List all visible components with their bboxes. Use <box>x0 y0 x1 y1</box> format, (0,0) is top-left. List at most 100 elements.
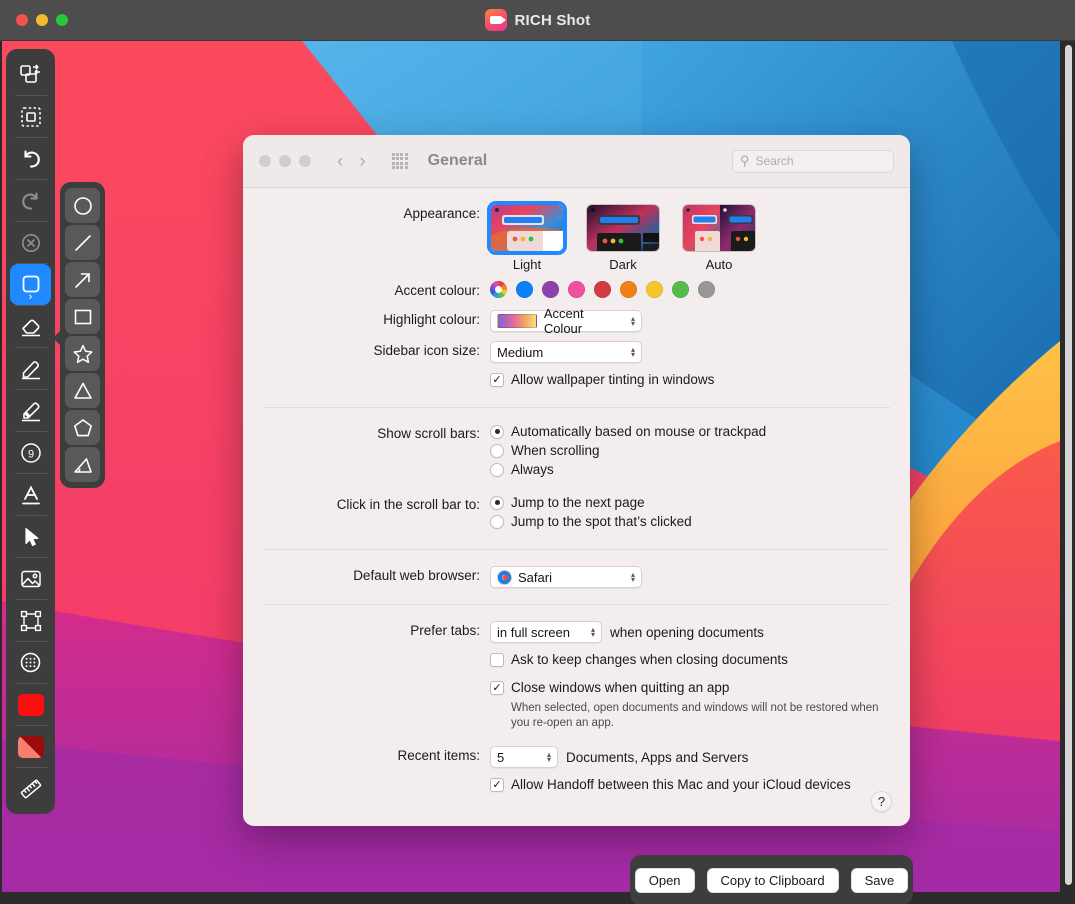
window-traffic-lights <box>16 14 68 26</box>
blur-tool[interactable] <box>10 642 51 683</box>
undo-tool[interactable] <box>10 138 51 179</box>
close-windows-line[interactable]: ✓ Close windows when quitting an app <box>490 680 729 695</box>
arrow-shape[interactable] <box>65 262 100 297</box>
line-shape[interactable] <box>65 225 100 260</box>
ask-keep-changes-checkbox[interactable] <box>490 652 504 667</box>
ask-keep-changes-line[interactable]: Ask to keep changes when closing documen… <box>490 652 788 667</box>
scroll-bars-option-always[interactable]: Always <box>490 462 554 477</box>
appearance-option-auto[interactable]: Auto <box>682 204 756 272</box>
stroke-fill-swatch[interactable] <box>10 726 51 767</box>
radio-when-scrolling-label: When scrolling <box>511 443 600 458</box>
safari-icon <box>497 569 512 585</box>
search-input[interactable] <box>755 154 886 168</box>
accent-swatch-multicolour[interactable] <box>490 281 507 298</box>
minimise-window-button[interactable] <box>36 14 48 26</box>
svg-text:9: 9 <box>27 448 33 460</box>
appearance-option-label: Dark <box>609 257 637 272</box>
show-scroll-bars-row: Show scroll bars: Automatically based on… <box>263 424 890 481</box>
pencil-tool[interactable] <box>10 348 51 389</box>
triangle-shape[interactable] <box>65 373 100 408</box>
search-field[interactable]: ⚲ <box>732 149 894 173</box>
scroll-bars-option-when-scrolling[interactable]: When scrolling <box>490 443 600 458</box>
accent-swatch-green[interactable] <box>672 281 689 298</box>
appearance-option-light[interactable]: Light <box>487 201 567 272</box>
save-button[interactable]: Save <box>850 867 909 893</box>
sidebar-icon-size-select[interactable]: Medium ▴ ▾ <box>490 341 642 363</box>
prefs-close-button[interactable] <box>259 155 271 167</box>
scroll-bars-section: Show scroll bars: Automatically based on… <box>263 407 890 549</box>
crop-tool[interactable] <box>10 600 51 641</box>
radio-jump-spot-clicked[interactable] <box>490 514 504 529</box>
accent-swatch-red[interactable] <box>594 281 611 298</box>
radio-jump-next-page[interactable] <box>490 495 504 510</box>
prefer-tabs-label: Prefer tabs: <box>410 623 480 638</box>
recent-items-value: 5 <box>497 749 505 765</box>
text-tool[interactable] <box>10 474 51 515</box>
back-button[interactable]: ‹ <box>337 152 343 171</box>
star-shape[interactable] <box>65 336 100 371</box>
app-window: RICH Shot › 9 ‹ › General ⚲ Search Appea… <box>0 0 1075 904</box>
measure-tool[interactable] <box>10 768 51 809</box>
wallpaper-tinting-checkbox[interactable]: ✓ <box>490 372 504 387</box>
radio-when-scrolling[interactable] <box>490 443 504 458</box>
default-browser-row: Default web browser: Safari ▴ ▾ <box>263 566 890 588</box>
open-button[interactable]: Open <box>634 867 695 893</box>
recent-items-row: Recent items: 5 ▴ ▾ Documents, Apps and … <box>263 746 890 768</box>
counter-tool[interactable]: 9 <box>10 432 51 473</box>
close-windows-row: ✓ Close windows when quitting an app Whe… <box>263 680 890 737</box>
close-windows-checkbox[interactable]: ✓ <box>490 680 504 695</box>
highlight-colour-select[interactable]: Accent Colour ▴ ▾ <box>490 306 642 336</box>
accent-swatch-yellow[interactable] <box>646 281 663 298</box>
default-browser-select[interactable]: Safari ▴ ▾ <box>490 566 642 588</box>
marker-tool[interactable] <box>10 390 51 431</box>
image-tool[interactable] <box>10 558 51 599</box>
gradient-swatch-icon <box>497 314 537 328</box>
handoff-line[interactable]: ✓ Allow Handoff between this Mac and you… <box>490 777 851 792</box>
prefer-tabs-row: Prefer tabs: in full screen ▴ ▾ when ope… <box>263 621 890 643</box>
help-button[interactable]: ? <box>871 791 892 812</box>
fill-colour-swatch[interactable] <box>10 684 51 725</box>
zoom-window-button[interactable] <box>56 14 68 26</box>
chevron-right-icon: › <box>28 291 33 303</box>
highlight-colour-row: Highlight colour: Accent Colour ▴ ▾ <box>263 306 890 336</box>
eraser-tool[interactable] <box>10 306 51 347</box>
appearance-option-label: Auto <box>705 257 733 272</box>
forward-button[interactable]: › <box>359 152 365 171</box>
radio-automatic-label: Automatically based on mouse or trackpad <box>511 424 767 439</box>
accent-swatch-purple[interactable] <box>542 281 559 298</box>
angle-shape[interactable] <box>65 447 100 482</box>
accent-swatch-blue[interactable] <box>516 281 533 298</box>
radio-always[interactable] <box>490 462 504 477</box>
canvas-vertical-scrollbar[interactable] <box>1065 45 1072 885</box>
rectangle-shape[interactable] <box>65 299 100 334</box>
prefs-minimise-button[interactable] <box>279 155 291 167</box>
recent-items-suffix: Documents, Apps and Servers <box>566 749 749 765</box>
copy-to-clipboard-button[interactable]: Copy to Clipboard <box>706 867 839 893</box>
prefs-zoom-button[interactable] <box>299 155 311 167</box>
pentagon-shape[interactable] <box>65 410 100 445</box>
click-option-next-page[interactable]: Jump to the next page <box>490 495 645 510</box>
clear-tool[interactable] <box>10 222 51 263</box>
ellipse-shape[interactable] <box>65 188 100 223</box>
appearance-option-dark[interactable]: Dark <box>586 204 660 272</box>
prefer-tabs-select[interactable]: in full screen ▴ ▾ <box>490 621 602 643</box>
wallpaper-tinting-checkbox-line[interactable]: ✓ Allow wallpaper tinting in windows <box>490 372 714 387</box>
redo-tool[interactable] <box>10 180 51 221</box>
accent-swatch-pink[interactable] <box>568 281 585 298</box>
handoff-checkbox[interactable]: ✓ <box>490 777 504 792</box>
accent-swatch-graphite[interactable] <box>698 281 715 298</box>
close-window-button[interactable] <box>16 14 28 26</box>
scroll-bars-option-auto[interactable]: Automatically based on mouse or trackpad <box>490 424 766 439</box>
show-all-icon[interactable] <box>391 153 408 169</box>
shapes-tool[interactable]: › <box>10 264 51 305</box>
duplicate-shape-tool[interactable] <box>10 54 51 95</box>
sidebar-icon-size-value: Medium <box>497 344 544 360</box>
accent-swatch-orange[interactable] <box>620 281 637 298</box>
radio-automatic[interactable] <box>490 424 504 439</box>
pointer-tool[interactable] <box>10 516 51 557</box>
canvas-area: › 9 ‹ › General ⚲ Search Appearance: Lig… <box>0 41 1075 904</box>
default-browser-value: Safari <box>518 569 552 585</box>
click-option-spot-clicked[interactable]: Jump to the spot that’s clicked <box>490 514 692 529</box>
recent-items-stepper[interactable]: 5 ▴ ▾ <box>490 746 558 768</box>
marquee-select-tool[interactable] <box>10 96 51 137</box>
